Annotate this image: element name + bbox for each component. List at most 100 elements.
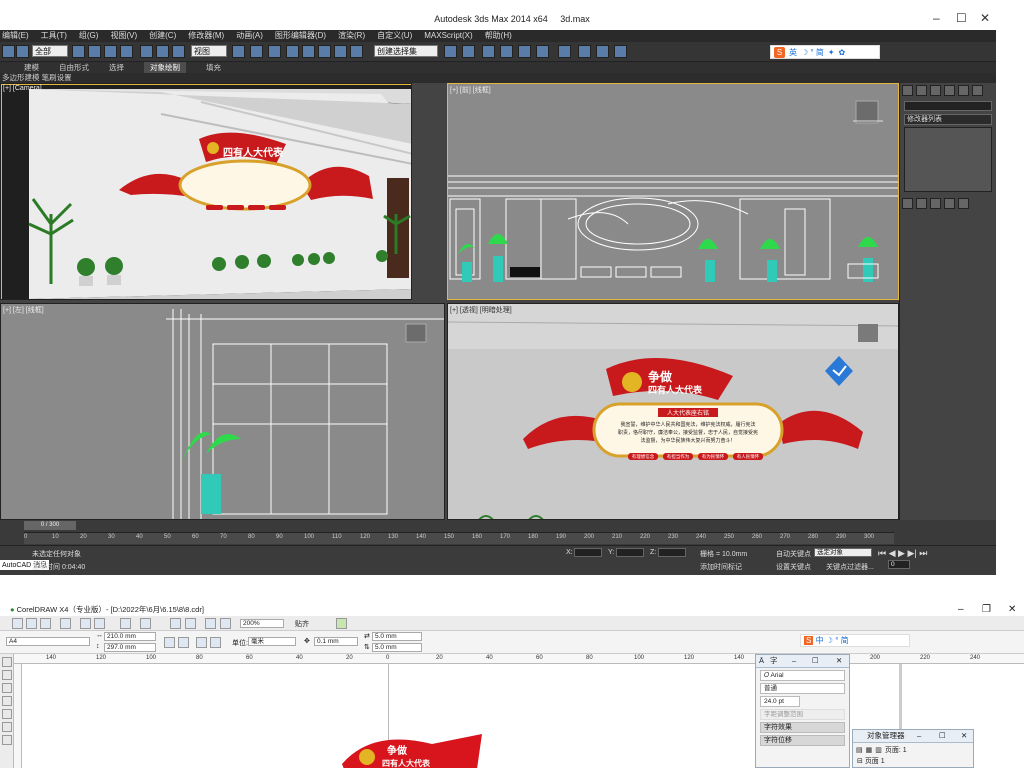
viewport-perspective-label[interactable]: [+] [透视] [明暗处理] bbox=[450, 305, 512, 315]
viewport-front-label[interactable]: [+] [前] [线框] bbox=[450, 85, 491, 95]
cut-icon[interactable] bbox=[80, 618, 91, 629]
duplicate-y-field[interactable]: 5.0 mm bbox=[372, 643, 422, 652]
minimize-icon[interactable]: – bbox=[933, 11, 940, 25]
ribbon-tab-modeling[interactable]: 建模 bbox=[24, 62, 39, 73]
menu-group[interactable]: 组(G) bbox=[79, 30, 99, 42]
menu-maxscript[interactable]: MAXScript(X) bbox=[424, 30, 472, 42]
print-icon[interactable] bbox=[60, 618, 71, 629]
percent-snap-icon[interactable] bbox=[318, 45, 331, 58]
options-icon[interactable] bbox=[336, 618, 347, 629]
shape-tool-icon[interactable] bbox=[2, 670, 12, 680]
menu-create[interactable]: 创建(C) bbox=[149, 30, 176, 42]
select-scale-icon[interactable] bbox=[172, 45, 185, 58]
zoom-tool-icon[interactable] bbox=[2, 696, 12, 706]
nudge-field[interactable]: 0.1 mm bbox=[314, 637, 358, 646]
app-launcher-icon[interactable] bbox=[205, 618, 216, 629]
ref-coord-dropdown[interactable]: 视图 bbox=[191, 45, 227, 57]
edit-named-sel-icon[interactable] bbox=[350, 45, 363, 58]
close-icon[interactable]: ✕ bbox=[980, 11, 990, 25]
page-node[interactable]: ⊟ 页面 1 bbox=[853, 756, 973, 766]
schematic-view-icon[interactable] bbox=[536, 45, 549, 58]
link-icon[interactable] bbox=[16, 45, 29, 58]
viewport-left-label[interactable]: [+] [左] [线框] bbox=[3, 305, 44, 315]
smart-fill-icon[interactable] bbox=[2, 722, 12, 732]
track-bar[interactable]: 0 10 20 30 40 50 60 70 80 90 100 110 120… bbox=[24, 532, 894, 544]
select-by-name-icon[interactable] bbox=[88, 45, 101, 58]
mirror-icon[interactable] bbox=[444, 45, 457, 58]
objmgr-minimize-icon[interactable]: – bbox=[917, 730, 921, 742]
named-selection-field[interactable]: 创建选择集 bbox=[374, 45, 438, 57]
new-icon[interactable] bbox=[12, 618, 23, 629]
edit-across-layers-icon[interactable]: ▦ bbox=[866, 746, 873, 754]
viewport-camera-label[interactable]: [+] [Camera] bbox=[3, 85, 42, 92]
manipulate-icon[interactable] bbox=[250, 45, 263, 58]
banner-artwork[interactable]: 争做 四有人大代表 bbox=[332, 724, 492, 768]
snaps-toggle-icon[interactable] bbox=[286, 45, 299, 58]
menu-help[interactable]: 帮助(H) bbox=[485, 30, 512, 42]
z-coord-field[interactable] bbox=[658, 548, 686, 557]
kerning-range-field[interactable]: 字距调整范围 bbox=[760, 709, 845, 720]
zoom-dropdown[interactable]: 200% bbox=[240, 619, 284, 628]
units-dropdown[interactable]: 毫米 bbox=[248, 637, 296, 646]
layer-view-icon[interactable]: ▥ bbox=[875, 746, 882, 754]
page-width-field[interactable]: 210.0 mm bbox=[104, 632, 156, 641]
cdr-restore-icon[interactable]: ❐ bbox=[982, 603, 991, 616]
copy-icon[interactable] bbox=[94, 618, 105, 629]
viewport-front[interactable]: [+] [前] [线框] bbox=[447, 83, 899, 300]
modifier-stack[interactable] bbox=[904, 127, 992, 192]
docker-close-icon[interactable]: ✕ bbox=[836, 655, 842, 667]
character-offset-section[interactable]: 字符位移 bbox=[760, 735, 845, 746]
objmgr-maximize-icon[interactable]: ☐ bbox=[939, 730, 946, 742]
font-style-dropdown[interactable]: 普通 bbox=[760, 683, 845, 694]
ime-skin-icon[interactable]: ✦ bbox=[828, 48, 835, 57]
viewport-left[interactable]: [+] [左] [线框] bbox=[0, 303, 445, 520]
docker-minimize-icon[interactable]: – bbox=[792, 655, 796, 667]
render-production-icon[interactable] bbox=[614, 45, 627, 58]
ribbon-tab-selection[interactable]: 选择 bbox=[109, 62, 124, 73]
graphite-toggle-icon[interactable] bbox=[500, 45, 513, 58]
open-icon[interactable] bbox=[26, 618, 37, 629]
playback-controls-icon[interactable]: ⏮ ◀ ▶ ▶| ⏭ bbox=[878, 548, 927, 559]
paper-size-dropdown[interactable]: A4 bbox=[6, 637, 90, 646]
create-tab-icon[interactable] bbox=[902, 85, 913, 96]
maximize-icon[interactable]: ☐ bbox=[956, 11, 967, 25]
show-properties-icon[interactable]: ▤ bbox=[856, 746, 863, 754]
render-setup-icon[interactable] bbox=[578, 45, 591, 58]
selection-filter-dropdown[interactable]: 全部 bbox=[32, 45, 68, 57]
current-frame-field[interactable]: 0 bbox=[888, 560, 910, 569]
portrait-icon[interactable] bbox=[164, 637, 175, 648]
import-icon[interactable] bbox=[170, 618, 181, 629]
make-unique-icon[interactable] bbox=[930, 198, 941, 209]
current-page-icon[interactable] bbox=[210, 637, 221, 648]
object-name-field[interactable] bbox=[904, 101, 992, 111]
font-size-field[interactable]: 24.0 pt bbox=[760, 696, 800, 707]
set-key-button[interactable]: 设置关键点 bbox=[776, 562, 811, 572]
snap-to-dropdown[interactable]: 贴齐 bbox=[295, 619, 309, 629]
time-slider[interactable]: 0 / 300 bbox=[24, 521, 76, 530]
all-pages-icon[interactable] bbox=[196, 637, 207, 648]
menu-edit[interactable]: 编辑(E) bbox=[2, 30, 29, 42]
show-end-result-icon[interactable] bbox=[916, 198, 927, 209]
key-filters-button[interactable]: 关键点过滤器... bbox=[826, 562, 874, 572]
landscape-icon[interactable] bbox=[178, 637, 189, 648]
undo-icon[interactable] bbox=[2, 45, 15, 58]
material-editor-icon[interactable] bbox=[558, 45, 571, 58]
modifier-list-dropdown[interactable]: 修改器列表 bbox=[904, 114, 992, 125]
duplicate-x-field[interactable]: 5.0 mm bbox=[372, 632, 422, 641]
select-move-icon[interactable] bbox=[140, 45, 153, 58]
angle-snap-icon[interactable] bbox=[302, 45, 315, 58]
ime-language[interactable]: 英 bbox=[789, 47, 797, 58]
viewport-camera[interactable]: [+] [Camera] 四有人大代表 bbox=[0, 83, 412, 300]
select-rotate-icon[interactable] bbox=[156, 45, 169, 58]
cdr-sogou-icon[interactable]: S bbox=[804, 636, 814, 645]
menu-modifiers[interactable]: 修改器(M) bbox=[188, 30, 224, 42]
y-coord-field[interactable] bbox=[616, 548, 644, 557]
welcome-icon[interactable] bbox=[220, 618, 231, 629]
menu-views[interactable]: 视图(V) bbox=[110, 30, 137, 42]
objmgr-close-icon[interactable]: ✕ bbox=[961, 730, 967, 742]
save-icon[interactable] bbox=[40, 618, 51, 629]
ribbon-tab-freeform[interactable]: 自由形式 bbox=[59, 62, 89, 73]
ime-glyphs[interactable]: ☽ ° 简 bbox=[801, 47, 824, 58]
remove-modifier-icon[interactable] bbox=[944, 198, 955, 209]
motion-tab-icon[interactable] bbox=[944, 85, 955, 96]
